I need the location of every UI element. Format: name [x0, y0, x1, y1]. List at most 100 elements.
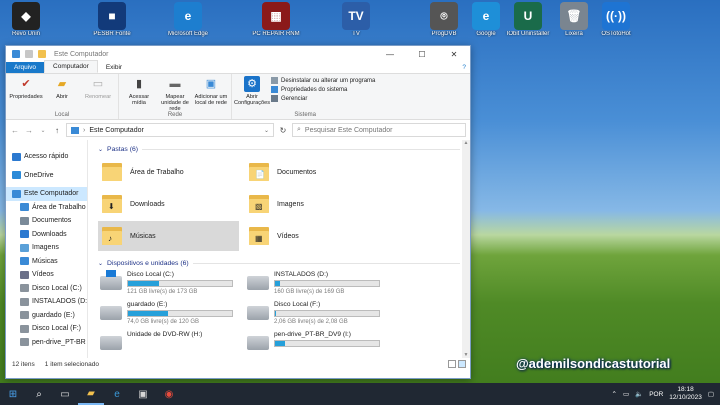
- collapse-chevron-icon[interactable]: ⌄: [98, 260, 103, 267]
- desktop-shortcut[interactable]: U IObit Uninstaller: [502, 2, 554, 37]
- manage-button[interactable]: Gerenciar: [271, 95, 375, 102]
- desktop-shortcut[interactable]: ■ PESBR Fonte: [86, 2, 138, 37]
- sidebar-item[interactable]: Downloads: [6, 228, 87, 242]
- clock[interactable]: 18:18 12/10/2023: [669, 386, 702, 402]
- back-arrow-icon[interactable]: ←: [10, 126, 20, 135]
- uninstall-program-button[interactable]: Desinstalar ou alterar um programa: [271, 77, 375, 84]
- new-folder-qa-icon[interactable]: [38, 50, 46, 58]
- ribbon-group-local-label: Local: [54, 112, 70, 118]
- sidebar-item[interactable]: Vídeos: [6, 268, 87, 282]
- drive-free-space: 2,06 GB livre(s) de 2,08 GB: [274, 319, 348, 325]
- sidebar-item[interactable]: Documentos: [6, 214, 87, 228]
- status-bar: 12 itens 1 item selecionado: [6, 358, 470, 370]
- sidebar-item[interactable]: Disco Local (C:): [6, 282, 87, 296]
- sidebar-item[interactable]: Área de Trabalho: [6, 201, 87, 215]
- language-indicator[interactable]: POR: [649, 391, 663, 398]
- nav-item-icon: [20, 243, 29, 252]
- desktop-shortcut[interactable]: e Microsoft Edge: [162, 2, 214, 37]
- sidebar-item-label: Acesso rápido: [24, 153, 69, 161]
- properties-button[interactable]: ✔ Propriedades: [9, 76, 43, 112]
- system-properties-button[interactable]: Propriedades do sistema: [271, 86, 375, 93]
- folder-item[interactable]: ⬇ Downloads: [98, 189, 239, 219]
- search-icon[interactable]: ⌕: [26, 383, 52, 405]
- desktop-shortcut-label: PC REPAIR RNM: [252, 31, 300, 37]
- drive-item[interactable]: Disco Local (F:) 2,06 GB livre(s) de 2,08…: [245, 301, 386, 327]
- file-explorer-icon[interactable]: ▰: [78, 383, 104, 405]
- vertical-scrollbar[interactable]: ▲ ▼: [462, 140, 470, 358]
- tiles-view-icon[interactable]: [458, 360, 466, 368]
- drive-item[interactable]: guardado (E:) 74,0 GB livre(s) de 120 GB: [98, 301, 239, 327]
- drives-section-header[interactable]: ⌄ Dispositivos e unidades (6): [98, 257, 470, 269]
- map-network-drive-button[interactable]: ▬ Mapear unidade de rede: [158, 76, 192, 112]
- rename-button[interactable]: ▭ Renomear: [81, 76, 115, 112]
- desktop-shortcut[interactable]: ((·)) OSTotoHot: [590, 2, 642, 37]
- sidebar-item[interactable]: INSTALADOS (D:): [6, 295, 87, 309]
- search-input[interactable]: ⌕ Pesquisar Este Computador: [292, 123, 466, 137]
- folder-item[interactable]: Área de Trabalho: [98, 157, 239, 187]
- volume-icon[interactable]: 🔈: [635, 390, 643, 398]
- folder-item[interactable]: ♪ Músicas: [98, 221, 239, 251]
- drive-usage-bar: [127, 280, 233, 287]
- desktop-shortcut-label: TV: [352, 31, 360, 37]
- edge-icon[interactable]: e: [104, 383, 130, 405]
- sidebar-item-label: guardado (E:): [32, 311, 75, 319]
- sidebar-item[interactable]: pen-drive_PT-BR: [6, 336, 87, 350]
- properties-qa-icon[interactable]: [25, 50, 33, 58]
- network-icon[interactable]: ▭: [623, 390, 629, 398]
- sidebar-item[interactable]: Disco Local (F:): [6, 322, 87, 336]
- address-dropdown-icon[interactable]: ⌄: [264, 127, 269, 134]
- sidebar-item[interactable]: Músicas: [6, 255, 87, 269]
- nav-item-icon: [20, 338, 29, 347]
- scroll-down-icon[interactable]: ▼: [462, 352, 470, 358]
- drive-item[interactable]: INSTALADOS (D:) 160 GB livre(s) de 169 GB: [245, 271, 386, 297]
- rename-icon: ▭: [92, 77, 104, 90]
- maximize-button[interactable]: ☐: [406, 50, 438, 59]
- tab-view[interactable]: Exibir: [98, 62, 130, 73]
- drive-item[interactable]: Disco Local (C:) 121 GB livre(s) de 173 G…: [98, 270, 239, 297]
- sidebar-item[interactable]: Este Computador: [6, 187, 87, 201]
- open-settings-button[interactable]: ⚙ Abrir Configurações: [234, 76, 270, 112]
- breadcrumb-separator: ›: [83, 126, 86, 134]
- desktop-shortcut[interactable]: ◆ Revo Unin: [0, 2, 52, 37]
- breadcrumb[interactable]: Este Computador: [89, 127, 143, 134]
- start-windows-icon[interactable]: ⊞: [0, 383, 26, 405]
- system-tray: ⌃ ▭ 🔈 POR 18:18 12/10/2023 ▢: [612, 386, 720, 402]
- tab-file[interactable]: Arquivo: [6, 62, 45, 73]
- close-button[interactable]: ✕: [438, 50, 470, 59]
- item-count: 12 itens: [12, 360, 35, 368]
- minimize-button[interactable]: —: [374, 50, 406, 59]
- folder-item[interactable]: ▧ Imagens: [245, 189, 386, 219]
- sidebar-item[interactable]: guardado (E:): [6, 309, 87, 323]
- folder-item[interactable]: 📄 Documentos: [245, 157, 386, 187]
- folders-section-header[interactable]: ⌄ Pastas (6): [98, 143, 470, 155]
- chrome-icon[interactable]: ◉: [156, 383, 182, 405]
- open-button[interactable]: ▰ Abrir: [45, 76, 79, 112]
- folder-icon: [100, 161, 124, 183]
- folder-icon: ▧: [247, 193, 271, 215]
- store-icon[interactable]: ▣: [130, 383, 156, 405]
- drive-item[interactable]: pen-drive_PT-BR_DV9 (I:): [245, 331, 386, 357]
- access-media-button[interactable]: ▮ Acessar mídia: [122, 76, 156, 112]
- refresh-icon[interactable]: ↻: [278, 126, 288, 135]
- ribbon-tabs: Arquivo Computador Exibir ?: [6, 60, 470, 74]
- folder-item[interactable]: ▦ Vídeos: [245, 221, 386, 251]
- notifications-icon[interactable]: ▢: [708, 390, 714, 398]
- forward-arrow-icon[interactable]: →: [24, 126, 34, 135]
- sidebar-item[interactable]: Imagens: [6, 241, 87, 255]
- drive-item[interactable]: Unidade de DVD-RW (H:): [98, 331, 239, 357]
- sidebar-item[interactable]: Acesso rápido: [6, 150, 87, 164]
- help-icon[interactable]: ?: [458, 64, 470, 73]
- add-network-location-button[interactable]: ▣ Adicionar um local de rede: [194, 76, 228, 112]
- sidebar-item[interactable]: OneDrive: [6, 169, 87, 183]
- desktop-shortcut[interactable]: ▦ PC REPAIR RNM: [250, 2, 302, 37]
- address-bar[interactable]: › Este Computador ⌄: [66, 123, 274, 137]
- show-hidden-icons-icon[interactable]: ⌃: [612, 390, 617, 398]
- task-view-icon[interactable]: ▭: [52, 383, 78, 405]
- up-arrow-icon[interactable]: ↑: [52, 126, 62, 135]
- details-view-icon[interactable]: [448, 360, 456, 368]
- recent-chevron-icon[interactable]: ⌄: [38, 127, 48, 134]
- scroll-up-icon[interactable]: ▲: [462, 140, 470, 146]
- tab-computer[interactable]: Computador: [44, 60, 98, 73]
- collapse-chevron-icon[interactable]: ⌄: [98, 146, 103, 153]
- desktop-shortcut[interactable]: TV TV: [330, 2, 382, 37]
